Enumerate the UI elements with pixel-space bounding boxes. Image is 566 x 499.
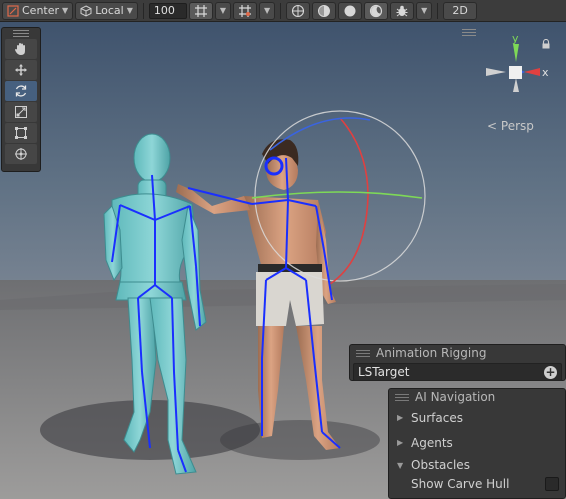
rig-target-field[interactable]: LSTarget +: [353, 363, 562, 381]
animation-rigging-overlay: Animation Rigging LSTarget +: [349, 344, 566, 381]
gizmo-y-cone[interactable]: [513, 44, 519, 62]
chevron-down-icon: ▼: [126, 6, 133, 15]
local-cube-icon: [80, 4, 92, 17]
transform-tool-button[interactable]: [5, 144, 37, 164]
shaded-wireframe-button[interactable]: [312, 1, 337, 20]
gizmo-center-cube[interactable]: [509, 66, 522, 79]
transform-icon: [15, 148, 27, 160]
grip-handle[interactable]: [462, 29, 476, 36]
section-obstacles[interactable]: ▼ Obstacles: [389, 455, 565, 475]
overlay-header[interactable]: Animation Rigging: [350, 345, 565, 361]
gizmos-button[interactable]: [390, 1, 415, 20]
lock-icon[interactable]: [541, 39, 551, 49]
pivot-label: Center: [22, 4, 60, 17]
chevron-right-icon: ▶: [397, 438, 404, 447]
gizmo-bug-icon: [396, 5, 408, 16]
shaded-sphere-icon: [344, 5, 356, 16]
tools-overlay: [1, 27, 41, 172]
overlay-header[interactable]: AI Navigation: [389, 389, 565, 405]
chevron-down-icon: ▼: [421, 6, 428, 15]
option-label: Show Carve Hull: [411, 477, 510, 491]
overlay-title: Animation Rigging: [376, 346, 487, 360]
shaded-wireframe-icon: [318, 4, 331, 17]
gizmo-y-label: y: [512, 32, 519, 45]
move-tool-button[interactable]: [5, 60, 37, 80]
chevron-down-icon: ▼: [397, 460, 404, 470]
grip-handle[interactable]: [395, 393, 409, 401]
section-label: Agents: [411, 435, 453, 450]
section-surfaces[interactable]: ▶ Surfaces: [389, 405, 565, 430]
section-agents[interactable]: ▶ Agents: [389, 430, 565, 455]
gizmo-x-label: x: [542, 66, 549, 79]
shadow: [220, 420, 380, 460]
grid-snap-button[interactable]: [188, 1, 213, 20]
gizmos-dropdown[interactable]: ▼: [416, 1, 433, 20]
pivot-dropdown[interactable]: Center ▼: [2, 1, 74, 20]
mode-2d-label: 2D: [452, 4, 468, 17]
hand-tool-button[interactable]: [5, 39, 37, 59]
show-carve-hull-checkbox[interactable]: [545, 477, 559, 491]
grip-handle[interactable]: [356, 349, 370, 357]
pivot-center-icon: [7, 4, 19, 17]
chevron-down-icon: ▼: [62, 6, 69, 15]
mode-2d-button[interactable]: 2D: [443, 1, 477, 20]
projection-label: Persp: [500, 119, 534, 133]
divider: [142, 2, 144, 19]
grid-snap-dropdown[interactable]: ▼: [214, 1, 232, 20]
chevron-down-icon: ▼: [219, 6, 227, 15]
rect-transform-icon: [15, 127, 27, 139]
increment-snap-dropdown[interactable]: ▼: [259, 1, 276, 20]
scene-toolbar: Center ▼ Local ▼ ▼ ▼ ▼ 2D: [0, 0, 566, 22]
rotate-icon: [15, 85, 27, 97]
add-icon[interactable]: +: [544, 365, 557, 379]
chevron-right-icon: ▶: [397, 413, 404, 422]
gizmo-x-cone[interactable]: [524, 68, 540, 76]
chevron-down-icon: ▼: [264, 6, 271, 15]
shaded-button[interactable]: [338, 1, 363, 20]
lighting-button[interactable]: [364, 1, 389, 20]
hand-icon: [15, 43, 25, 55]
divider: [437, 2, 439, 19]
increment-snap-button[interactable]: [233, 1, 258, 20]
rotate-tool-button[interactable]: [5, 81, 37, 101]
space-dropdown[interactable]: Local ▼: [75, 1, 138, 20]
scale-icon: [15, 106, 27, 118]
lighting-moon-icon: [370, 4, 383, 17]
move-arrows-icon: [15, 64, 27, 76]
overlay-title: AI Navigation: [415, 390, 496, 404]
grip-handle[interactable]: [2, 28, 40, 38]
ai-navigation-overlay: AI Navigation ▶ Surfaces ▶ Agents ▼ Obst…: [388, 388, 566, 499]
scale-tool-button[interactable]: [5, 102, 37, 122]
chevron-left-icon: <: [487, 119, 498, 133]
divider: [280, 2, 282, 19]
rig-target-value: LSTarget: [358, 365, 410, 379]
show-carve-hull-option: Show Carve Hull: [389, 475, 565, 493]
space-label: Local: [95, 4, 124, 17]
gizmo-neg-x-cone[interactable]: [486, 68, 506, 76]
rect-tool-button[interactable]: [5, 123, 37, 143]
gizmo-neg-y-cone[interactable]: [513, 78, 519, 92]
section-label: Obstacles: [411, 458, 470, 472]
wireframe-shading-button[interactable]: [286, 1, 311, 20]
projection-toggle[interactable]: < Persp: [487, 119, 534, 133]
section-label: Surfaces: [411, 410, 463, 425]
wireframe-sphere-icon: [292, 4, 305, 17]
increment-snap-icon: [239, 4, 252, 17]
snap-value-input[interactable]: [148, 2, 187, 19]
grid-snap-icon: [194, 4, 207, 17]
